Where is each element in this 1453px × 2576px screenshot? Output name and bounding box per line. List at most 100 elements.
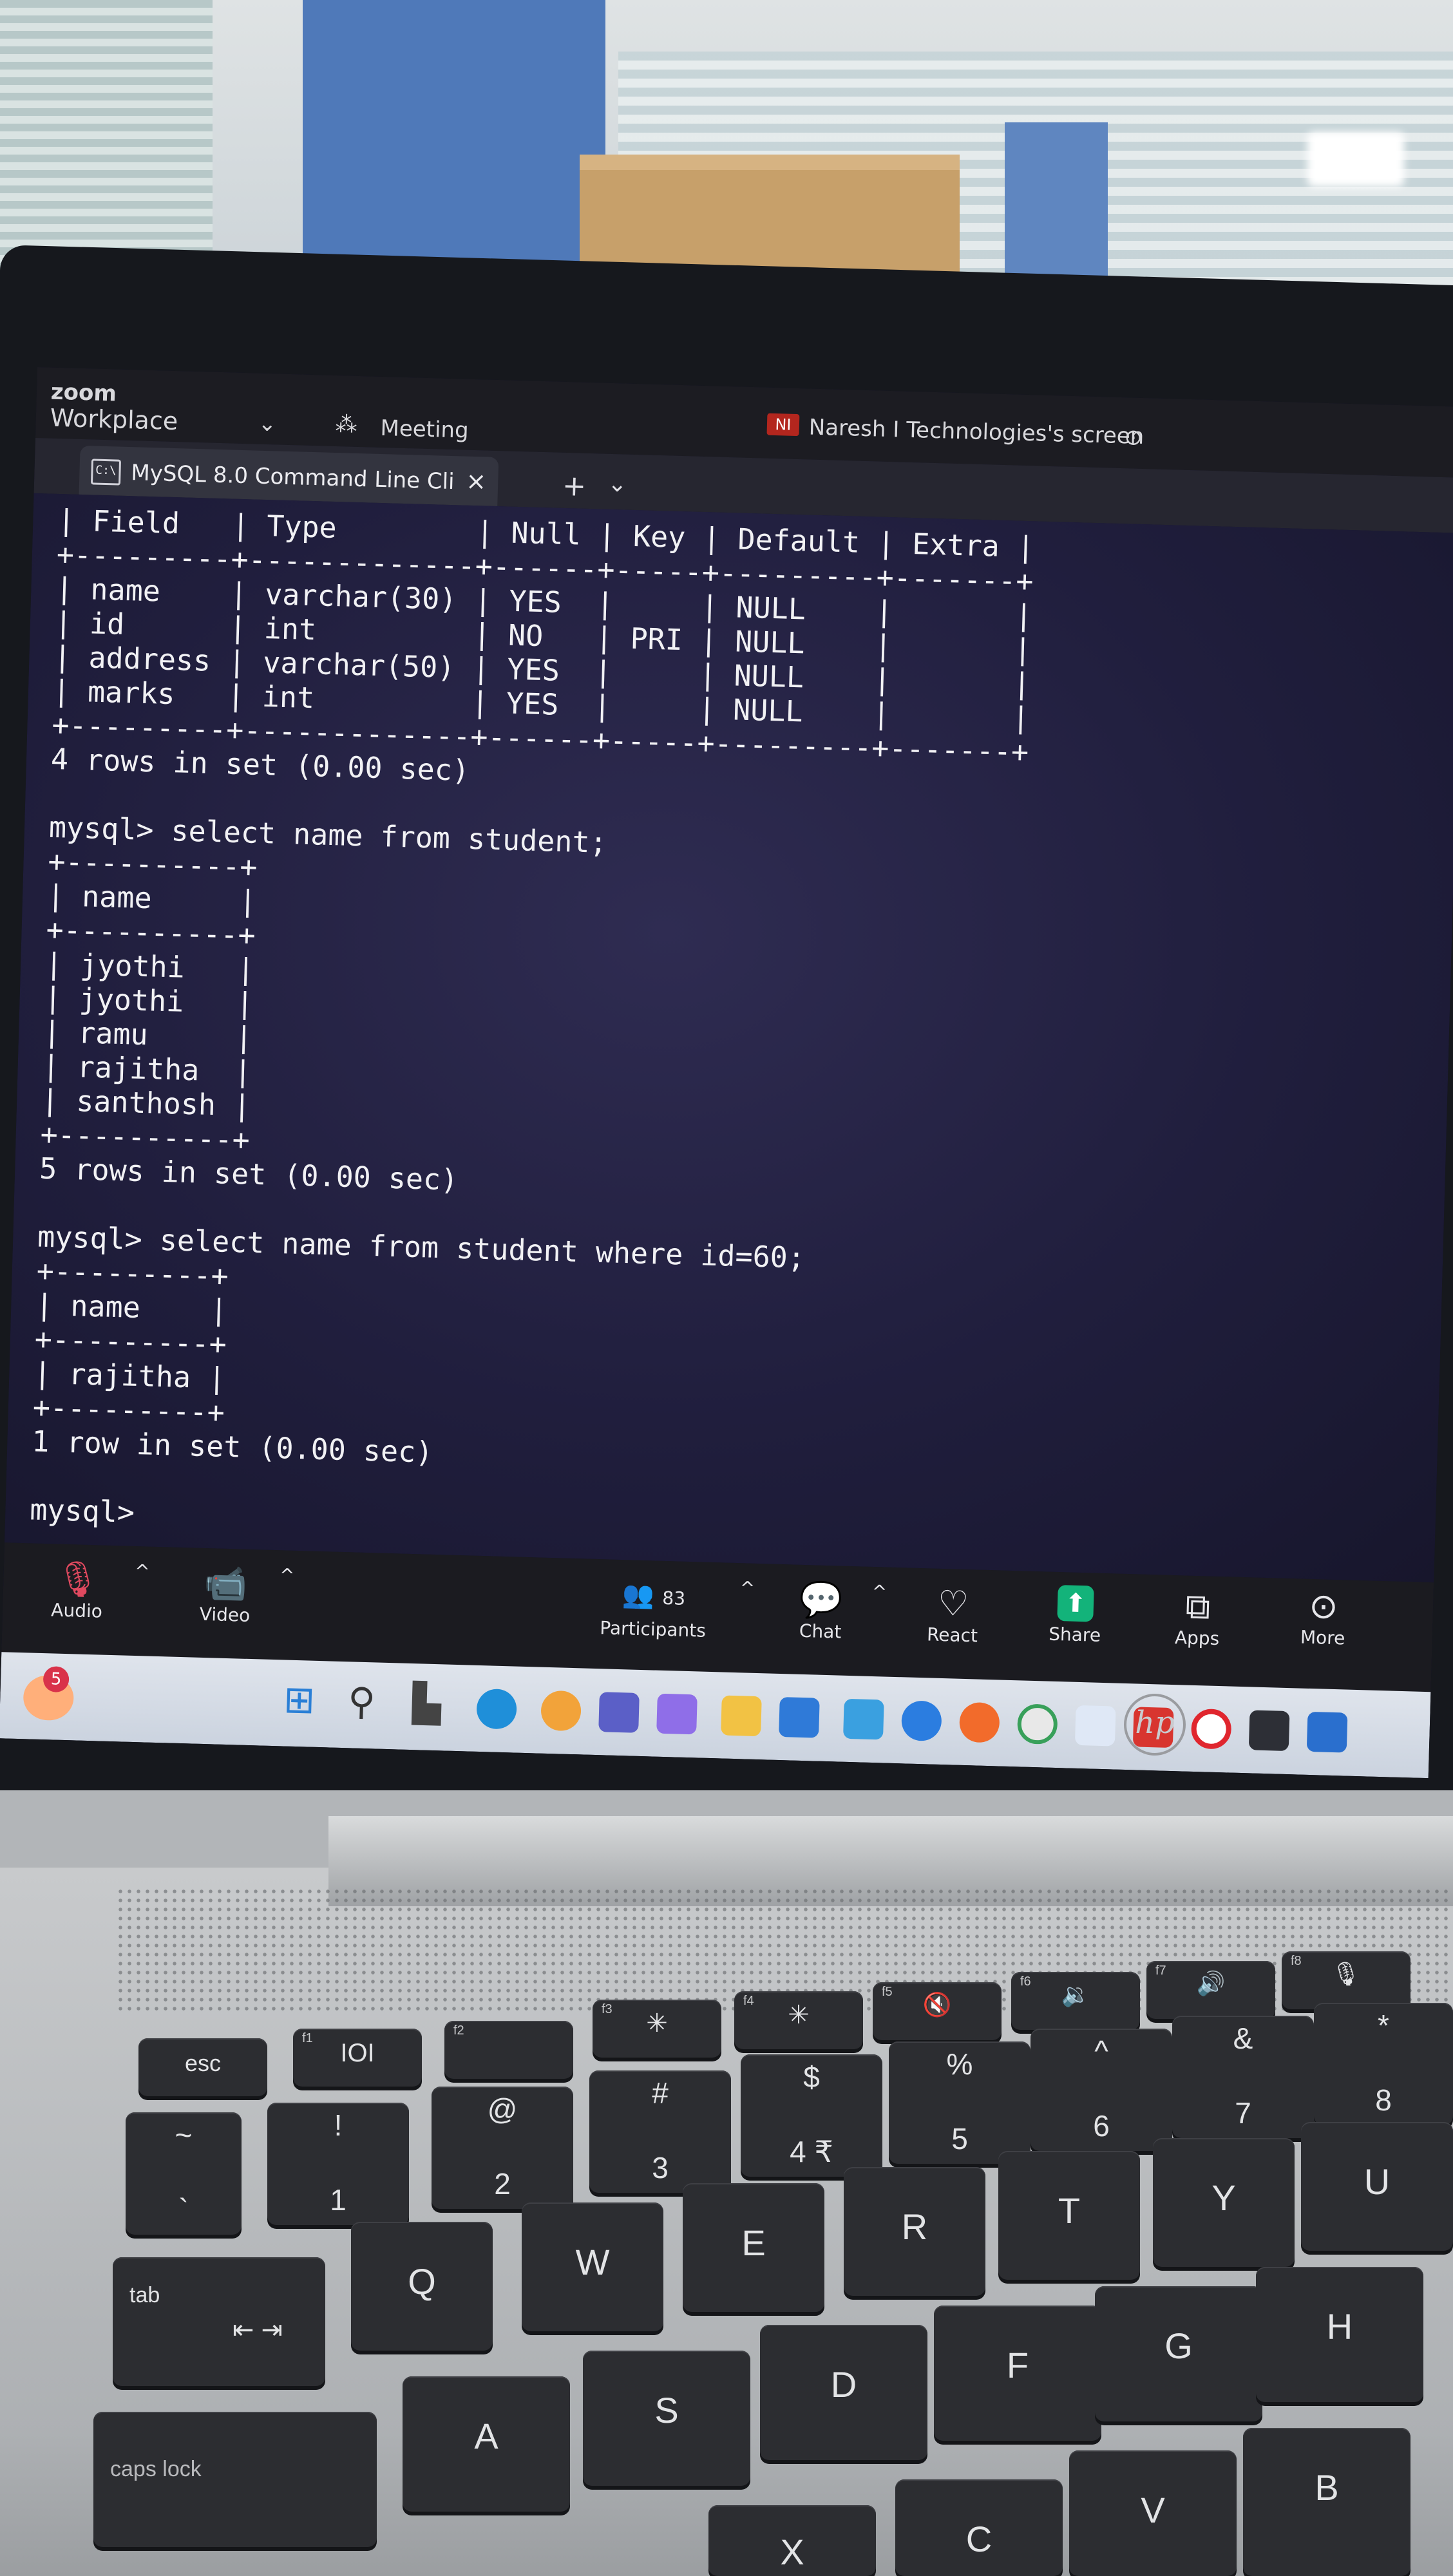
chat-icon: 💬 <box>799 1578 844 1621</box>
file-explorer-icon[interactable] <box>721 1695 762 1737</box>
search-icon[interactable]: ⚲ <box>347 1679 375 1723</box>
mysql-console[interactable]: | Field | Type | Null | Key | Default | … <box>5 493 1453 1583</box>
caret-icon: ^ <box>871 1580 888 1603</box>
key-2[interactable]: @2 <box>432 2087 573 2209</box>
participants-caret[interactable]: ^ <box>734 1577 761 1599</box>
key-y[interactable]: Y <box>1153 2138 1295 2267</box>
chat-caret[interactable]: ^ <box>866 1581 893 1603</box>
hp-logo: hp <box>1124 1694 1186 1756</box>
excel-icon[interactable] <box>1306 1711 1348 1753</box>
key-h[interactable]: H <box>1256 2267 1423 2402</box>
vpn-icon[interactable] <box>900 1700 942 1742</box>
share-label: Share <box>1048 1623 1101 1646</box>
widgets-icon[interactable] <box>656 1693 698 1735</box>
key-c[interactable]: C <box>895 2479 1063 2576</box>
key-u[interactable]: U <box>1301 2122 1453 2251</box>
window-blinds <box>0 0 213 270</box>
key-d[interactable]: D <box>760 2325 927 2460</box>
key-8[interactable]: * 8 <box>1314 2003 1453 2125</box>
caret-icon: ^ <box>739 1577 755 1599</box>
windows-start-icon[interactable]: ⊞ <box>283 1677 315 1721</box>
laptop-screen: zoom Workplace ⌄ ⁂ Meeting NI Naresh I T… <box>0 367 1453 1779</box>
chat-label: Chat <box>799 1620 842 1643</box>
more-options-icon[interactable]: ⊙ <box>1124 424 1143 451</box>
keyboard: esc f1 IOI f2 f3 ✳ f4 ✳ f5 🔇 f6 🔉 f7 🔊 f8 🎙 ~ ` … <box>0 1932 1453 2576</box>
key-tab[interactable]: tab ⇤ ⇥ <box>113 2257 325 2386</box>
terminal-icon: C:\ <box>90 459 122 486</box>
key-f3[interactable]: f3 ✳ <box>593 2000 721 2058</box>
terminal-icon[interactable] <box>1248 1710 1290 1752</box>
video-options-caret[interactable]: ^ <box>274 1564 300 1586</box>
audio-button[interactable]: 🎙 Audio <box>28 1557 127 1622</box>
key-1[interactable]: ! 1 <box>267 2103 409 2225</box>
key-x[interactable]: X <box>708 2505 876 2576</box>
key-esc[interactable]: esc <box>138 2038 267 2096</box>
participants-label: Participants <box>599 1617 707 1642</box>
key-t[interactable]: T <box>998 2151 1140 2280</box>
close-icon[interactable]: × <box>466 467 487 496</box>
participant-count: 83 <box>661 1587 686 1609</box>
key-f2[interactable]: f2 <box>444 2021 573 2079</box>
task-view-icon[interactable]: ▙ <box>412 1681 441 1725</box>
camera-off-icon: 📹 <box>203 1562 248 1604</box>
paint-icon[interactable] <box>1074 1705 1116 1747</box>
firefox-icon[interactable] <box>958 1701 1000 1743</box>
audio-options-caret[interactable]: ^ <box>129 1560 155 1582</box>
opera-icon[interactable] <box>1190 1708 1232 1750</box>
new-tab-button[interactable]: + <box>562 469 586 503</box>
key-a[interactable]: A <box>403 2376 570 2512</box>
key-q[interactable]: Q <box>351 2222 493 2351</box>
chevron-down-icon[interactable]: ⌄ <box>607 471 627 498</box>
share-button[interactable]: ⬆ Share <box>1032 1582 1118 1647</box>
key-7[interactable]: & 7 <box>1172 2016 1314 2138</box>
key-4[interactable]: $4 ₹ <box>741 2054 882 2177</box>
meeting-icon: ⁂ <box>335 411 358 438</box>
more-label: More <box>1300 1626 1345 1649</box>
mobile-app-icon[interactable] <box>843 1698 884 1740</box>
key-6[interactable]: ^ 6 <box>1030 2029 1172 2151</box>
video-label: Video <box>199 1603 251 1626</box>
edge-icon[interactable] <box>476 1688 517 1730</box>
key-f4[interactable]: f4 ✳ <box>734 1991 863 2049</box>
heart-icon: ♡ <box>936 1582 970 1625</box>
key-f6[interactable]: f6 🔉 <box>1011 1972 1140 2030</box>
key-f1[interactable]: f1 IOI <box>293 2029 422 2087</box>
key-f7[interactable]: f7 🔊 <box>1146 1961 1275 2019</box>
key-r[interactable]: R <box>844 2167 985 2296</box>
key-v[interactable]: V <box>1069 2450 1237 2576</box>
console-output: | Field | Type | Null | Key | Default | … <box>30 503 1453 1566</box>
key-s[interactable]: S <box>583 2351 750 2486</box>
chat-button[interactable]: 💬 Chat <box>781 1578 860 1643</box>
key-b[interactable]: B <box>1243 2428 1410 2576</box>
key-caps-lock[interactable]: caps lock <box>93 2412 377 2547</box>
react-button[interactable]: ♡ React <box>910 1582 996 1647</box>
apps-button[interactable]: ⧉ Apps <box>1155 1585 1240 1650</box>
store-icon[interactable] <box>779 1696 820 1738</box>
key-3[interactable]: #3 <box>589 2070 731 2193</box>
key-5[interactable]: % 5 <box>889 2041 1030 2164</box>
apps-icon: ⧉ <box>1184 1586 1211 1627</box>
key-tilde[interactable]: ~ ` <box>126 2112 242 2235</box>
video-button[interactable]: 📹 Video <box>176 1562 275 1627</box>
key-e[interactable]: E <box>683 2183 824 2312</box>
teams-icon[interactable] <box>598 1692 640 1733</box>
copilot-icon[interactable] <box>540 1690 582 1732</box>
key-w[interactable]: W <box>522 2202 663 2331</box>
more-button[interactable]: ⊙ More <box>1280 1585 1366 1650</box>
screen-share-label[interactable]: Naresh I Technologies's screen <box>808 414 1144 450</box>
key-f8[interactable]: f8 🎙 <box>1282 1951 1410 2009</box>
caret-icon: ^ <box>134 1560 151 1582</box>
apps-label: Apps <box>1174 1627 1220 1650</box>
zoom-workplace-menu[interactable]: Workplace <box>50 404 178 436</box>
share-arrow-icon: ⬆ <box>1057 1584 1094 1622</box>
audio-label: Audio <box>50 1599 103 1622</box>
chevron-down-icon[interactable]: ⌄ <box>258 411 277 437</box>
participants-button[interactable]: 👥 83 Participants <box>582 1573 725 1642</box>
zoom-logo: zoom <box>50 379 117 407</box>
meeting-tab[interactable]: Meeting <box>380 415 469 444</box>
key-f5[interactable]: f5 🔇 <box>873 1982 1002 2040</box>
key-f[interactable]: F <box>934 2306 1101 2441</box>
key-g[interactable]: G <box>1095 2286 1262 2421</box>
tab-title: MySQL 8.0 Command Line Cli <box>130 460 455 495</box>
chrome-icon[interactable] <box>1016 1703 1058 1745</box>
